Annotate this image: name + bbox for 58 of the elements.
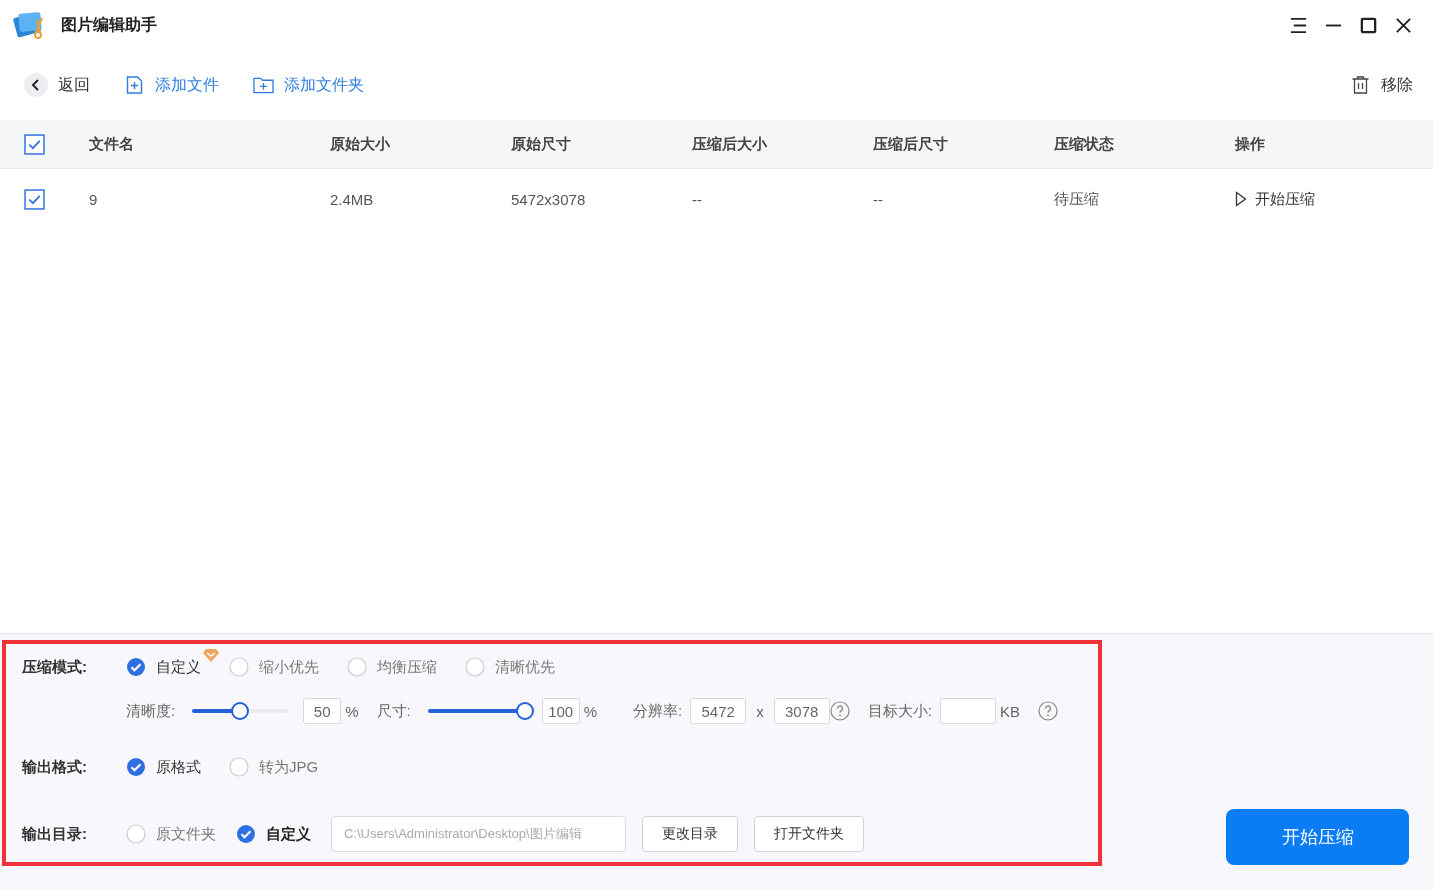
radio-option[interactable]: 原文件夹: [126, 824, 216, 844]
radio-option[interactable]: 缩小优先: [229, 657, 319, 677]
add-folder-button[interactable]: 添加文件夹: [253, 74, 364, 96]
target-size-label: 目标大小:: [867, 701, 932, 721]
close-icon[interactable]: [1394, 15, 1413, 35]
radio-option[interactable]: 原格式: [126, 757, 201, 777]
trash-icon: [1350, 75, 1371, 95]
maximize-icon[interactable]: [1359, 15, 1378, 35]
add-file-button[interactable]: 添加文件: [124, 74, 219, 96]
help-icon[interactable]: [1037, 701, 1058, 721]
size-label: 尺寸:: [376, 701, 411, 721]
setting-label: 输出格式:: [22, 757, 88, 777]
column-header: 原始大小: [330, 134, 391, 154]
table-cell-text: 2.4MB: [330, 190, 375, 208]
checkbox-checked[interactable]: [24, 188, 45, 210]
table-cell-text: --: [873, 190, 884, 208]
setting-label: 压缩模式:: [22, 657, 88, 677]
kb-unit: KB: [999, 702, 1020, 720]
radio-option[interactable]: 转为JPG: [229, 757, 319, 777]
table-cell-text: 5472x3078: [511, 190, 587, 208]
chevron-left-icon: [24, 73, 48, 97]
size-input[interactable]: 100: [541, 698, 580, 724]
radio-option[interactable]: 清晰优先: [465, 657, 555, 677]
table-cell-text: --: [692, 190, 703, 208]
directory-button[interactable]: 更改目录: [642, 816, 738, 852]
column-header: 文件名: [89, 134, 135, 154]
table-cell-text: 待压缩: [1054, 189, 1100, 209]
table-cell-text: 9: [89, 190, 99, 208]
height-input[interactable]: 3078: [773, 698, 830, 724]
remove-button[interactable]: 移除: [1350, 74, 1413, 96]
window-title: 图片编辑助手: [61, 14, 157, 35]
play-icon: [1235, 191, 1247, 207]
directory-button[interactable]: 打开文件夹: [754, 816, 864, 852]
percent-unit: %: [583, 702, 598, 720]
column-header: 压缩状态: [1054, 134, 1115, 154]
start-compress-button[interactable]: 开始压缩: [1226, 809, 1409, 865]
clarity-input[interactable]: 50: [303, 698, 342, 724]
column-header: 原始尺寸: [511, 134, 572, 154]
setting-label: 输出目录:: [22, 824, 88, 844]
clarity-label: 清晰度:: [126, 701, 176, 721]
radio-option[interactable]: 自定义: [126, 657, 201, 677]
file-plus-icon: [124, 75, 145, 95]
column-header: 压缩后大小: [692, 134, 768, 154]
column-header: 压缩后尺寸: [873, 134, 949, 154]
checkbox-checked[interactable]: [24, 133, 45, 155]
resolution-label: 分辨率:: [633, 701, 683, 721]
column-header: 操作: [1235, 134, 1266, 154]
target-size-input[interactable]: [939, 698, 996, 724]
radio-option[interactable]: 均衡压缩: [347, 657, 437, 677]
folder-plus-icon: [253, 75, 274, 95]
help-icon[interactable]: [829, 701, 850, 721]
start-compress-link[interactable]: 开始压缩: [1235, 189, 1315, 209]
percent-unit: %: [345, 702, 359, 720]
radio-option[interactable]: 自定义: [236, 824, 311, 844]
times-sign: x: [756, 702, 764, 720]
back-button[interactable]: 返回: [24, 73, 90, 97]
width-input[interactable]: 5472: [690, 698, 747, 724]
menu-icon[interactable]: [1289, 15, 1308, 35]
